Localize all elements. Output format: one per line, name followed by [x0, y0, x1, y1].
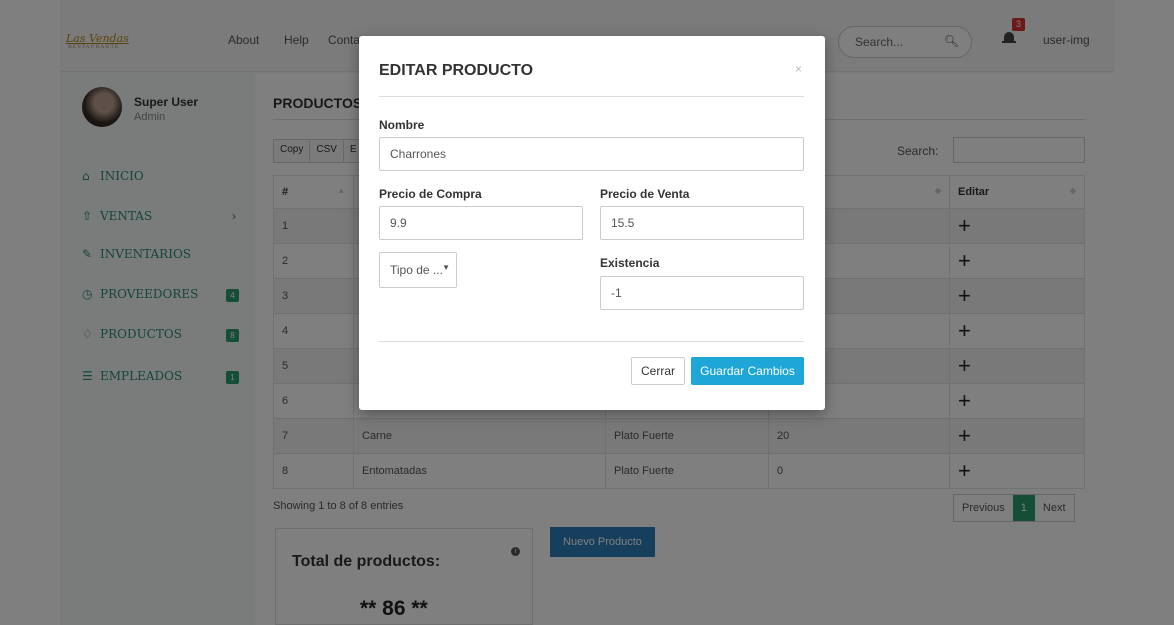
cerrar-button[interactable]: Cerrar [631, 357, 685, 385]
precio-compra-label: Precio de Compra [379, 187, 482, 201]
chevron-down-icon: ▼ [442, 263, 450, 272]
nombre-label: Nombre [379, 118, 425, 132]
page: Las Vendas RESTAURANTE About Help Conta … [0, 0, 1174, 625]
modal-header-divider [379, 96, 804, 97]
modal-footer-divider [379, 341, 804, 342]
modal-title: EDITAR PRODUCTO [379, 62, 534, 79]
nombre-input[interactable]: Charrones [379, 137, 804, 171]
tipo-select[interactable]: Tipo de ... ▼ [379, 252, 457, 288]
guardar-cambios-button[interactable]: Guardar Cambios [691, 357, 804, 385]
tipo-select-value: Tipo de ... [390, 263, 443, 277]
existencia-input[interactable]: -1 [600, 276, 804, 310]
precio-venta-input[interactable]: 15.5 [600, 206, 804, 240]
existencia-label: Existencia [600, 256, 660, 270]
edit-product-modal: EDITAR PRODUCTO × Nombre Charrones Preci… [359, 36, 825, 410]
precio-venta-label: Precio de Venta [600, 187, 690, 201]
close-icon[interactable]: × [795, 62, 802, 76]
precio-compra-input[interactable]: 9.9 [379, 206, 583, 240]
